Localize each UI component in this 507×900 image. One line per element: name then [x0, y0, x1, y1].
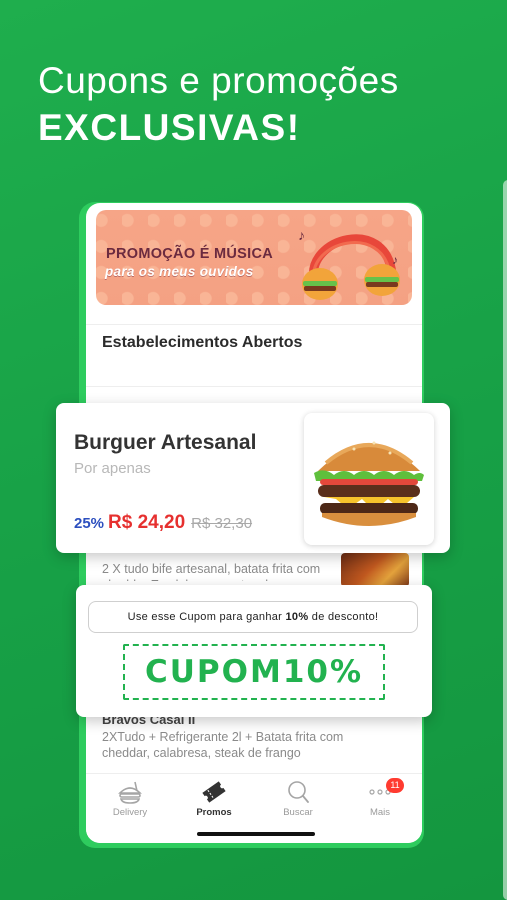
svg-text:♪: ♪ [392, 253, 398, 267]
home-indicator [197, 832, 315, 836]
coupon-code[interactable]: CUPOM10% [123, 644, 385, 700]
coupon-instructions: Use esse Cupom para ganhar 10% de descon… [88, 601, 418, 633]
headline: Cupons e promoções EXCLUSIVAS! [38, 58, 399, 152]
current-price: R$ 24,20 [108, 512, 186, 533]
svg-text:♪: ♪ [298, 227, 305, 243]
tab-promos[interactable]: Promos [172, 780, 256, 818]
tab-delivery[interactable]: Delivery [88, 780, 172, 818]
coupon-note-suffix: de desconto! [311, 611, 379, 623]
ticket-icon [202, 781, 226, 803]
notification-badge: 11 [386, 778, 404, 793]
tab-label: Delivery [112, 807, 148, 818]
old-price: R$ 32,30 [191, 515, 253, 532]
divider [86, 386, 422, 387]
tab-label: Promos [196, 807, 232, 818]
price-row: 25% R$ 24,20 R$ 32,30 [74, 512, 252, 534]
headline-line1: Cupons e promoções [38, 60, 399, 101]
discount-percent: 25% [74, 515, 105, 532]
tab-label: Buscar [283, 807, 313, 818]
tab-label: Mais [369, 807, 391, 818]
section-title: Estabelecimentos Abertos [102, 334, 303, 351]
tab-buscar[interactable]: Buscar [256, 780, 340, 818]
divider [86, 324, 422, 325]
burger-image [304, 413, 434, 545]
listing-description[interactable]: 2 X tudo bife artesanal, batata frita co… [102, 561, 327, 581]
banner-title: PROMOÇÃO É MÚSICA [106, 246, 274, 262]
banner-subtitle: para os meus ouvidos [105, 264, 254, 279]
decorative-edge [503, 180, 507, 900]
listing-description[interactable]: 2XTudo + Refrigerante 2l + Batata frita … [102, 729, 362, 761]
listing-thumbnail[interactable] [341, 553, 409, 587]
coupon-note-percent: 10% [285, 611, 309, 623]
featured-product-card[interactable]: Burguer Artesanal Por apenas 25% R$ 24,20… [56, 403, 450, 553]
tab-mais[interactable]: 11 Mais [338, 778, 422, 818]
headline-line2: EXCLUSIVAS! [38, 107, 301, 148]
food-icon [118, 781, 142, 804]
promo-banner[interactable]: PROMOÇÃO É MÚSICA para os meus ouvidos ♪… [96, 210, 412, 305]
coupon-card[interactable]: Use esse Cupom para ganhar 10% de descon… [76, 585, 432, 717]
burger-icon [314, 441, 424, 526]
product-name: Burguer Artesanal [74, 431, 257, 454]
coupon-note-prefix: Use esse Cupom para ganhar [127, 611, 283, 623]
search-icon [288, 781, 309, 803]
product-subtitle: Por apenas [74, 460, 151, 477]
headphones-burger-icon: ♪ ♪ [298, 227, 400, 300]
